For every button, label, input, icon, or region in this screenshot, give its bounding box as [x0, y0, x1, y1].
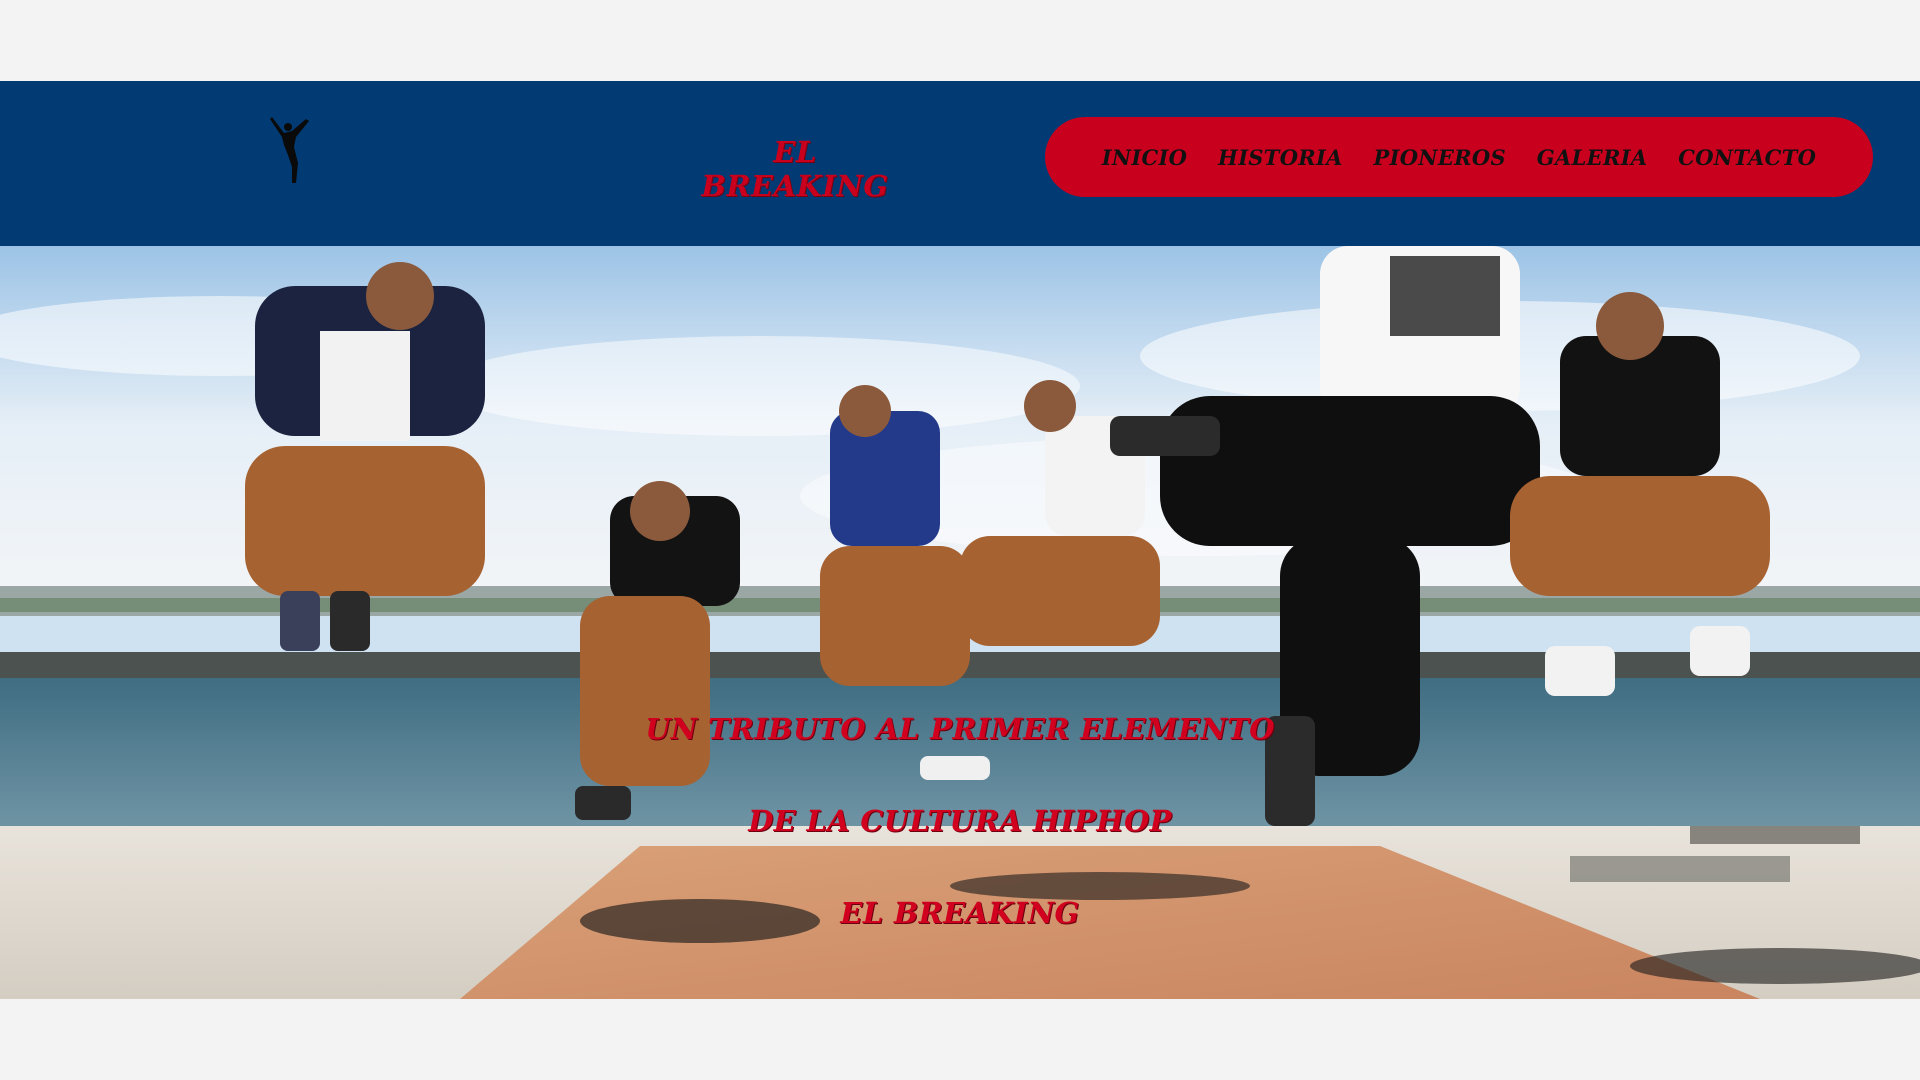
brand-title[interactable]: EL BREAKING: [680, 135, 910, 203]
main-nav: INICIO HISTORIA PIONEROS GALERIA CONTACT…: [1045, 117, 1873, 197]
hero-photo: [0, 246, 1920, 999]
nav-item-historia[interactable]: HISTORIA: [1218, 145, 1343, 170]
breakdancer-silhouette-icon[interactable]: [262, 111, 322, 191]
nav-item-contacto[interactable]: CONTACTO: [1678, 145, 1816, 170]
site-header: EL BREAKING INICIO HISTORIA PIONEROS GAL…: [0, 81, 1920, 246]
hero-section: UN TRIBUTO AL PRIMER ELEMENTO DE LA CULT…: [0, 246, 1920, 999]
hero-line-2: DE LA CULTURA HIPHOP: [748, 804, 1172, 838]
nav-item-galeria[interactable]: GALERIA: [1537, 145, 1648, 170]
page: EL BREAKING INICIO HISTORIA PIONEROS GAL…: [0, 0, 1920, 1080]
nav-item-inicio[interactable]: INICIO: [1102, 145, 1187, 170]
hero-line-1: UN TRIBUTO AL PRIMER ELEMENTO: [645, 712, 1275, 746]
nav-item-pioneros[interactable]: PIONEROS: [1374, 145, 1506, 170]
hero-line-3: EL BREAKING: [840, 896, 1080, 930]
